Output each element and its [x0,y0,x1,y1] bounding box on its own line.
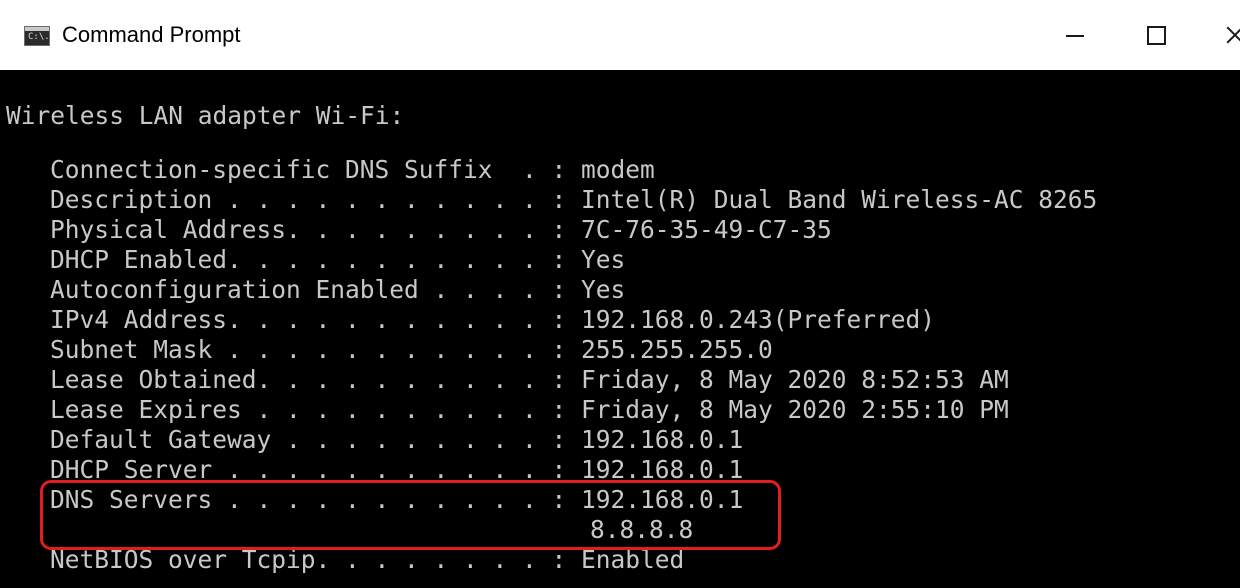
maximize-button[interactable] [1134,14,1180,54]
adapter-header: Wireless LAN adapter Wi-Fi: [6,101,405,130]
close-button[interactable] [1218,14,1240,54]
console-line-subnet-mask: Subnet Mask . . . . . . . . . . . : 255.… [50,335,773,364]
console-line-autoconfiguration: Autoconfiguration Enabled . . . . : Yes [50,275,626,304]
console-line-lease-obtained: Lease Obtained. . . . . . . . . . : Frid… [50,365,1009,394]
window-title: Command Prompt [62,22,241,47]
console-line-dns-suffix: Connection-specific DNS Suffix . : modem [50,155,655,184]
console-line-physical-address: Physical Address. . . . . . . . . : 7C-7… [50,215,832,244]
console-line-description: Description . . . . . . . . . . . : Inte… [50,185,1098,214]
console-line-dhcp-enabled: DHCP Enabled. . . . . . . . . . . : Yes [50,245,626,274]
command-prompt-icon[interactable]: C:\. [24,26,50,46]
console-line-lease-expires: Lease Expires . . . . . . . . . . : Frid… [50,395,1009,424]
command-prompt-window: C:\. Command Prompt Wireless LAN adapter… [0,0,1240,588]
title-bar[interactable]: C:\. Command Prompt [0,0,1240,70]
command-prompt-icon-label: C:\. [28,32,50,42]
minimize-button[interactable] [1052,14,1098,54]
dns-servers-highlight-box [40,480,781,550]
console-line-default-gateway: Default Gateway . . . . . . . . . : 192.… [50,425,744,454]
console-line-ipv4-address: IPv4 Address. . . . . . . . . . . : 192.… [50,305,936,334]
